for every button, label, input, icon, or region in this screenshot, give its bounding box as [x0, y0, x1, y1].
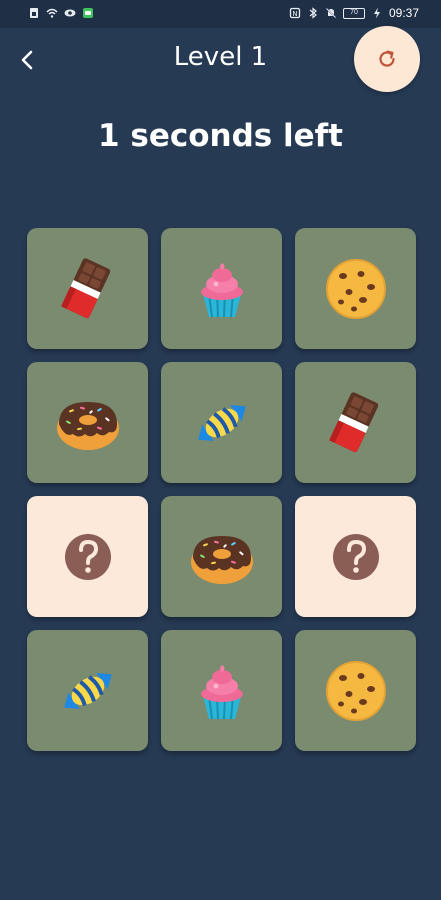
card-cupcake[interactable] — [161, 228, 282, 349]
card-donut[interactable] — [27, 362, 148, 483]
donut-icon — [53, 388, 123, 458]
question-icon — [53, 522, 123, 592]
candy-icon — [53, 656, 123, 726]
nfc-icon: N — [289, 7, 301, 19]
cupcake-icon — [187, 254, 257, 324]
card-candy[interactable] — [27, 630, 148, 751]
status-bar: N 70 09:37 — [0, 0, 441, 28]
card-chocolate[interactable] — [27, 228, 148, 349]
wifi-icon — [46, 8, 58, 18]
question-icon — [321, 522, 391, 592]
mute-icon — [325, 7, 336, 19]
sim-icon — [30, 8, 38, 18]
bluetooth-icon — [309, 7, 317, 19]
chocolate-icon — [53, 254, 123, 324]
restart-button[interactable] — [354, 26, 420, 92]
restart-icon — [379, 50, 395, 67]
candy-icon — [187, 388, 257, 458]
charging-icon — [373, 7, 380, 19]
card-candy[interactable] — [161, 362, 282, 483]
timer-text: 1 seconds left — [98, 118, 343, 154]
card-hidden[interactable] — [27, 496, 148, 617]
card-cookie[interactable] — [295, 228, 416, 349]
card-chocolate[interactable] — [295, 362, 416, 483]
card-cookie[interactable] — [295, 630, 416, 751]
card-donut[interactable] — [161, 496, 282, 617]
status-left-icons — [28, 7, 94, 19]
donut-icon — [187, 522, 257, 592]
svg-text:N: N — [292, 10, 297, 18]
status-time: 09:37 — [388, 6, 419, 20]
chocolate-icon — [321, 388, 391, 458]
card-hidden[interactable] — [295, 496, 416, 617]
message-icon — [83, 8, 93, 18]
cupcake-icon — [187, 656, 257, 726]
card-grid — [27, 228, 416, 751]
eye-icon — [64, 9, 76, 17]
battery-icon: 70 — [342, 7, 365, 19]
cookie-icon — [321, 656, 391, 726]
status-right-icons: N 70 09:37 — [289, 6, 419, 20]
card-cupcake[interactable] — [161, 630, 282, 751]
cookie-icon — [321, 254, 391, 324]
